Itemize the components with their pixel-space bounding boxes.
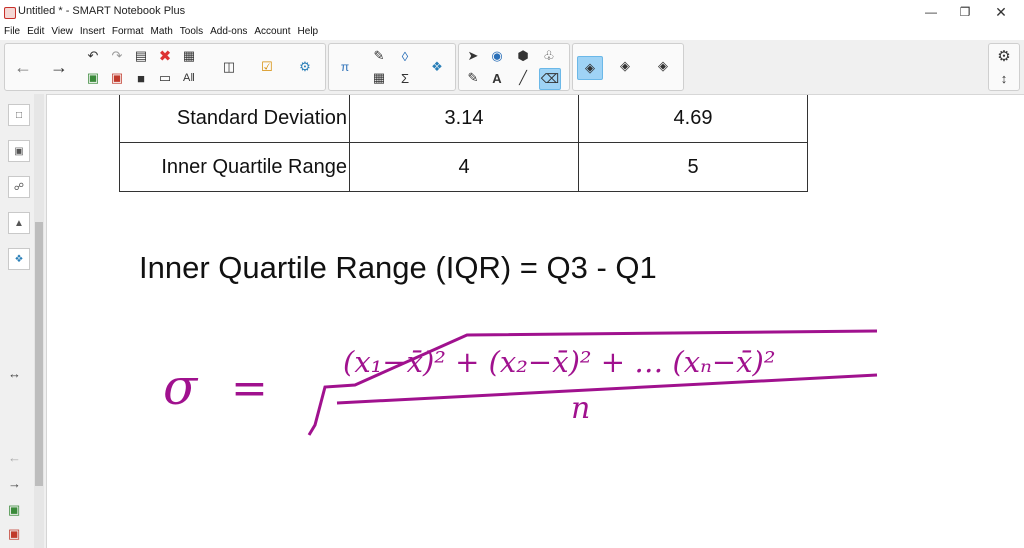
handwritten-std-dev-formula	[307, 329, 878, 436]
menu-bar: File Edit View Insert Format Math Tools …	[0, 24, 1024, 40]
eraser-small-icon[interactable]: ◈	[577, 56, 603, 80]
menu-help[interactable]: Help	[298, 24, 319, 40]
toolbar: ← → ↶ ▣ ↷ ▣ ▤ ■ ✖ ▭ ▦ A‖ ◫ ☑ ⚙ π ✎ ▦ ◊ Σ…	[0, 40, 1024, 95]
equals-symbol: =	[231, 363, 268, 414]
shapes-icon[interactable]: ◉	[487, 46, 507, 66]
eraser-medium-icon[interactable]: ◈	[615, 56, 635, 76]
scrollbar-thumb[interactable]	[35, 222, 43, 486]
maximize-icon[interactable]: ❐	[948, 0, 982, 24]
sidebar-delete-page-icon[interactable]: ▣	[8, 526, 20, 542]
window-title: Untitled * - SMART Notebook Plus	[18, 5, 186, 17]
save-icon[interactable]: ■	[131, 68, 151, 88]
text-format-icon[interactable]: A‖	[179, 68, 199, 88]
toolbar-group-main: ← → ↶ ▣ ↷ ▣ ▤ ■ ✖ ▭ ▦ A‖ ◫ ☑ ⚙	[4, 43, 326, 91]
activity-icon[interactable]: ☑	[257, 57, 277, 77]
eraser-icon[interactable]: ⌫	[539, 68, 561, 90]
menu-insert[interactable]: Insert	[80, 24, 105, 40]
title-bar: Untitled * - SMART Notebook Plus — ❐ ✕	[0, 0, 1024, 24]
pens-icon[interactable]: ✎	[463, 68, 483, 88]
properties-icon[interactable]: ▲	[8, 212, 30, 234]
table-icon[interactable]: ▦	[179, 46, 199, 66]
select-icon[interactable]: ➤	[463, 46, 483, 66]
minimize-icon[interactable]: —	[914, 0, 948, 24]
fraction-bar	[336, 373, 878, 405]
menu-format[interactable]: Format	[112, 24, 144, 40]
menu-view[interactable]: View	[51, 24, 73, 40]
gallery-icon[interactable]: ▣	[8, 140, 30, 162]
math-tools-icon[interactable]: π	[335, 57, 355, 77]
graph-icon[interactable]: ✎	[369, 46, 389, 66]
eraser-large-icon[interactable]: ◈	[653, 56, 673, 76]
toolbar-group-math: π ✎ ▦ ◊ Σ ❖	[328, 43, 456, 91]
sidebar: □ ▣ ☍ ▲ ❖ ↔ ← → ▣ ▣	[0, 94, 47, 548]
equation-table-icon[interactable]: ▦	[369, 68, 389, 88]
sigma-icon[interactable]: Σ	[395, 68, 415, 88]
move-toolbar-icon[interactable]: ↕	[994, 68, 1014, 88]
fill-icon[interactable]: ♧	[539, 46, 559, 66]
add-ons-tab-icon[interactable]: ❖	[8, 248, 30, 270]
forward-icon[interactable]: →	[49, 57, 69, 77]
previous-page-icon[interactable]: ←	[8, 450, 21, 465]
settings-gear-icon[interactable]: ⚙	[994, 46, 1014, 66]
next-page-icon[interactable]: →	[8, 476, 21, 491]
paste-icon[interactable]: ▤	[131, 46, 151, 66]
sidebar-add-page-icon[interactable]: ▣	[8, 502, 20, 518]
toolbar-group-eraser-sizes: ◈ ◈ ◈	[572, 43, 684, 91]
delete-page-icon[interactable]: ▣	[107, 68, 127, 88]
menu-tools[interactable]: Tools	[180, 24, 203, 40]
toolbar-group-settings: ⚙ ↕	[988, 43, 1020, 91]
notebook-page-canvas[interactable]: Standard Deviation 3.14 4.69 Inner Quart…	[47, 95, 1024, 548]
redo-icon[interactable]: ↷	[107, 46, 127, 66]
sigma-symbol: σ	[163, 358, 198, 416]
close-icon[interactable]: ✕	[984, 0, 1018, 24]
back-icon[interactable]: ←	[13, 57, 33, 77]
menu-math[interactable]: Math	[151, 24, 173, 40]
menu-add-ons[interactable]: Add-ons	[210, 24, 247, 40]
delete-icon[interactable]: ✖	[155, 46, 175, 66]
sidebar-scrollbar[interactable]	[34, 94, 44, 548]
page-sorter-icon[interactable]: □	[8, 104, 30, 126]
polygon-icon[interactable]: ⬢	[513, 46, 533, 66]
line-icon[interactable]: ╱	[513, 68, 533, 88]
formula-numerator: (x₁−x̄)² + (x₂−x̄)² + … (xₙ−x̄)²	[343, 345, 776, 379]
toolbar-group-drawing: ➤ ✎ ◉ A ⬢ ╱ ♧ ⌫	[458, 43, 570, 91]
document-camera-icon[interactable]: ◫	[219, 57, 239, 77]
formula-denominator: n	[571, 391, 591, 426]
attachments-icon[interactable]: ☍	[8, 176, 30, 198]
app-icon	[4, 7, 16, 19]
puzzle-icon[interactable]: ❖	[427, 57, 447, 77]
menu-file[interactable]: File	[4, 24, 20, 40]
screen-shade-icon[interactable]: ▭	[155, 68, 175, 88]
add-ons-icon[interactable]: ⚙	[295, 57, 315, 77]
geometry-icon[interactable]: ◊	[395, 46, 415, 66]
undo-icon[interactable]: ↶	[83, 46, 103, 66]
resize-sidebar-icon[interactable]: ↔	[8, 366, 21, 381]
menu-edit[interactable]: Edit	[27, 24, 44, 40]
menu-account[interactable]: Account	[254, 24, 290, 40]
add-page-icon[interactable]: ▣	[83, 68, 103, 88]
text-icon[interactable]: A	[487, 68, 507, 88]
